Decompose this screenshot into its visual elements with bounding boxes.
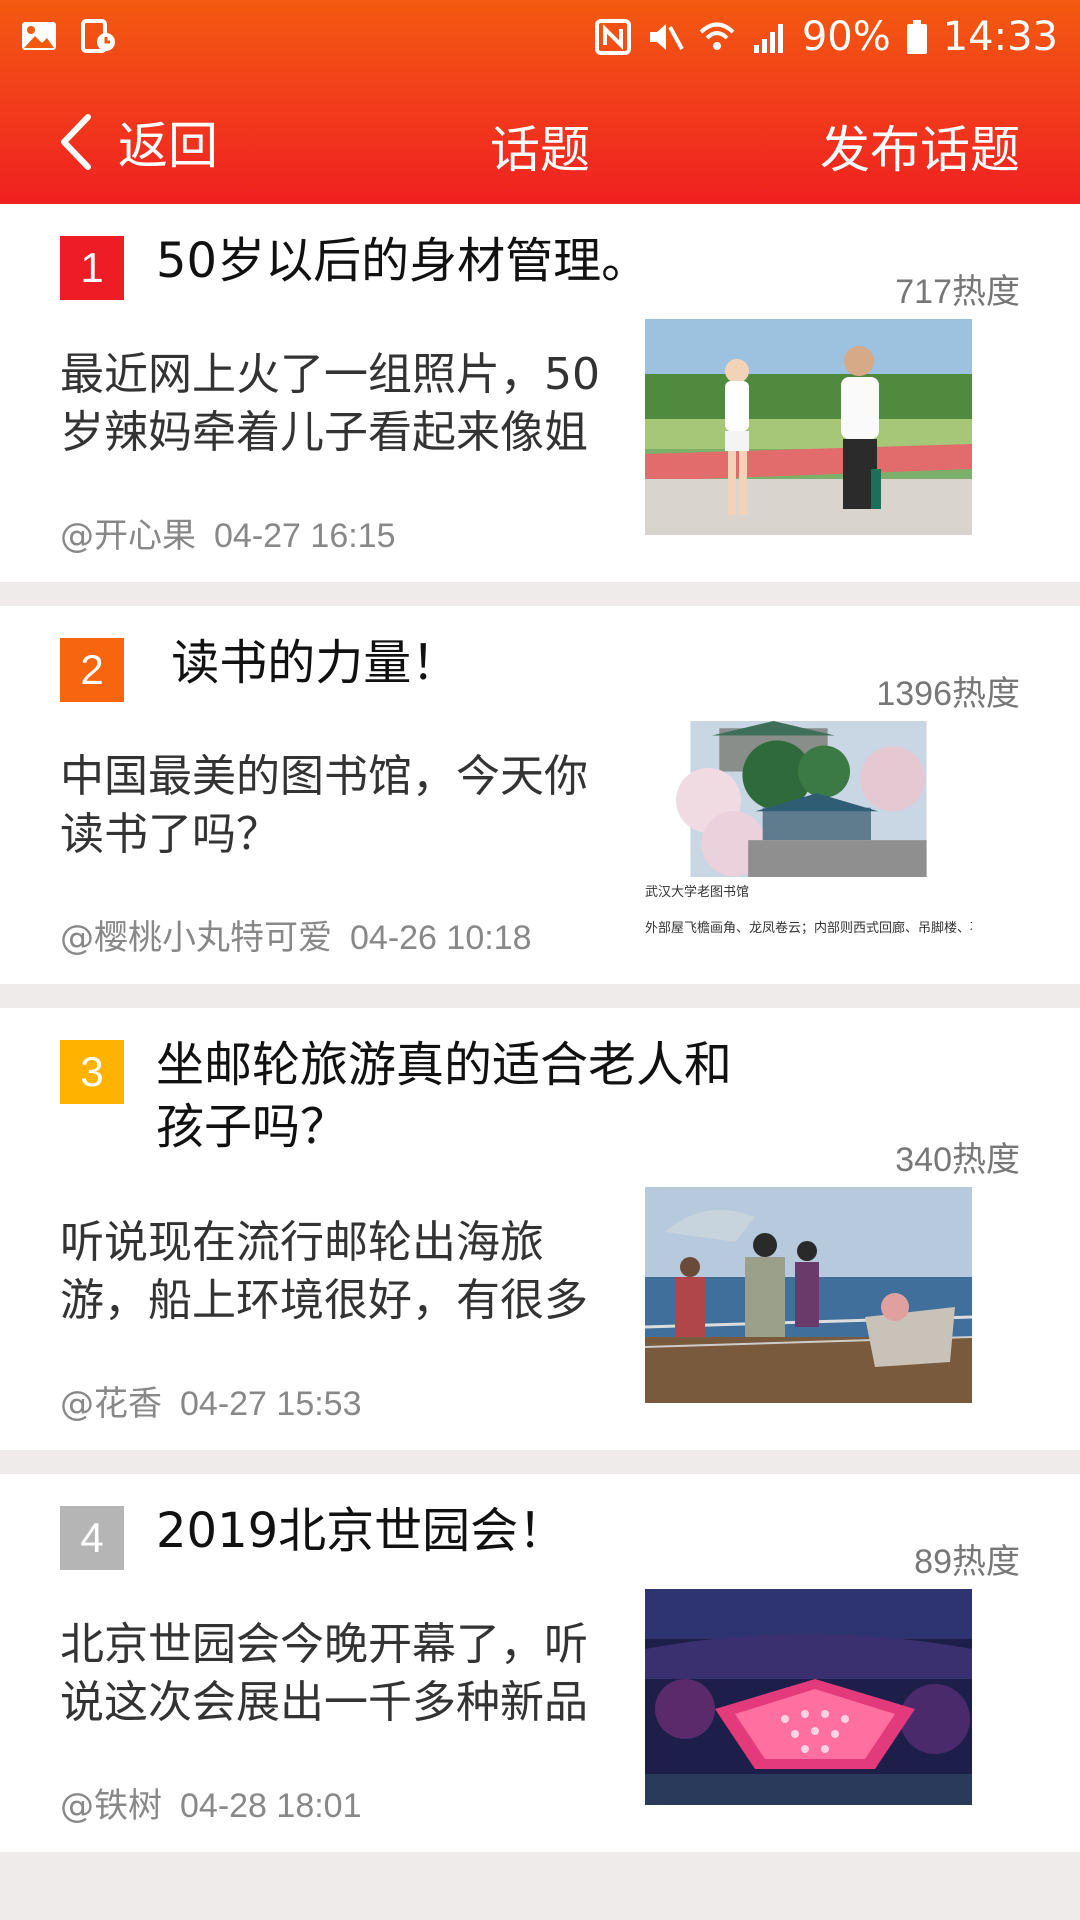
post-date: 04-27 16:15 xyxy=(214,517,396,555)
clock-app-icon xyxy=(81,19,115,53)
rank-badge: 1 xyxy=(60,236,124,300)
photo-cruise-deck xyxy=(645,1187,972,1403)
topic-card-2[interactable]: 2 读书的力量！ 1396热度 中国最美的图书馆，今天你读书了吗？ @樱桃小丸特… xyxy=(0,606,1080,984)
topic-title: 读书的力量！ xyxy=(156,635,460,691)
heat-count: 1396热度 xyxy=(876,675,1020,713)
topic-card-1[interactable]: 1 50岁以后的身材管理。 717热度 最近网上火了一组照片，50岁辣妈牵着儿子… xyxy=(0,204,1080,582)
status-bar: 90% 14:33 xyxy=(0,0,1080,80)
heat-count: 717热度 xyxy=(895,273,1020,311)
topic-summary: 听说现在流行邮轮出海旅游，船上环境很好，有很多 xyxy=(60,1217,588,1326)
photo-library xyxy=(675,721,927,877)
signal-icon xyxy=(753,24,783,53)
wifi-icon xyxy=(699,22,735,50)
topic-meta: @铁树 04-28 18:01 xyxy=(60,1778,362,1827)
topic-thumbnail[interactable] xyxy=(645,1187,972,1403)
post-date: 04-28 18:01 xyxy=(180,1787,362,1825)
battery-icon xyxy=(906,20,927,54)
publish-topic-button[interactable]: 发布话题 xyxy=(820,110,1020,182)
nav-bar: 返回 话题 发布话题 xyxy=(0,96,1080,192)
topic-thumbnail[interactable] xyxy=(645,1589,972,1805)
rank-badge: 4 xyxy=(60,1506,124,1570)
back-button[interactable]: 返回 xyxy=(56,106,218,178)
battery-percent: 90% xyxy=(801,14,891,60)
post-date: 04-27 15:53 xyxy=(180,1385,362,1423)
author-name: @花香 xyxy=(60,1384,162,1424)
heat-count: 89热度 xyxy=(914,1543,1020,1581)
topic-meta: @樱桃小丸特可爱 04-26 10:18 xyxy=(60,910,532,959)
topic-meta: @开心果 04-27 16:15 xyxy=(60,508,396,557)
rank-badge: 2 xyxy=(60,638,124,702)
topic-summary: 北京世园会今晚开幕了，听说这次会展出一千多种新品 xyxy=(60,1619,588,1728)
image-caption: 外部屋飞檐画角、龙凤卷云；内部则西式回廊、吊脚楼、石 xyxy=(645,921,972,936)
rank-badge: 3 xyxy=(60,1040,124,1104)
photo-couple-walking xyxy=(645,319,972,535)
mute-icon xyxy=(649,24,684,50)
app-header: 90% 14:33 返回 话题 发布话题 xyxy=(0,0,1080,204)
heat-count: 340热度 xyxy=(895,1141,1020,1179)
image-caption: 武汉大学老图书馆 xyxy=(645,885,750,900)
author-name: @铁树 xyxy=(60,1786,162,1826)
gallery-icon xyxy=(22,22,56,50)
topic-meta: @花香 04-27 15:53 xyxy=(60,1376,362,1425)
topic-list: 1 50岁以后的身材管理。 717热度 最近网上火了一组照片，50岁辣妈牵着儿子… xyxy=(0,204,1080,1876)
topic-title: 坐邮轮旅游真的适合老人和孩子吗？ xyxy=(156,1037,733,1155)
author-name: @樱桃小丸特可爱 xyxy=(60,918,332,958)
topic-summary: 最近网上火了一组照片，50岁辣妈牵着儿子看起来像姐 xyxy=(60,349,600,458)
topic-card-4[interactable]: 4 2019北京世园会！ 89热度 北京世园会今晚开幕了，听说这次会展出一千多种… xyxy=(0,1474,1080,1852)
nfc-icon xyxy=(594,19,631,55)
topic-thumbnail[interactable]: 武汉大学老图书馆 外部屋飞檐画角、龙凤卷云；内部则西式回廊、吊脚楼、石 xyxy=(645,721,972,937)
author-name: @开心果 xyxy=(60,516,196,556)
photo-expo-night xyxy=(645,1589,972,1805)
topic-thumbnail[interactable] xyxy=(645,319,972,535)
clock-time: 14:33 xyxy=(942,14,1058,60)
chevron-left-icon xyxy=(61,114,91,170)
topic-card-3[interactable]: 3 坐邮轮旅游真的适合老人和孩子吗？ 340热度 听说现在流行邮轮出海旅游，船上… xyxy=(0,1008,1080,1450)
topic-summary: 中国最美的图书馆，今天你读书了吗？ xyxy=(60,751,588,860)
post-date: 04-26 10:18 xyxy=(350,919,532,957)
back-label: 返回 xyxy=(118,117,218,175)
topic-title: 50岁以后的身材管理。 xyxy=(156,233,650,289)
topic-title: 2019北京世园会！ xyxy=(156,1503,567,1559)
